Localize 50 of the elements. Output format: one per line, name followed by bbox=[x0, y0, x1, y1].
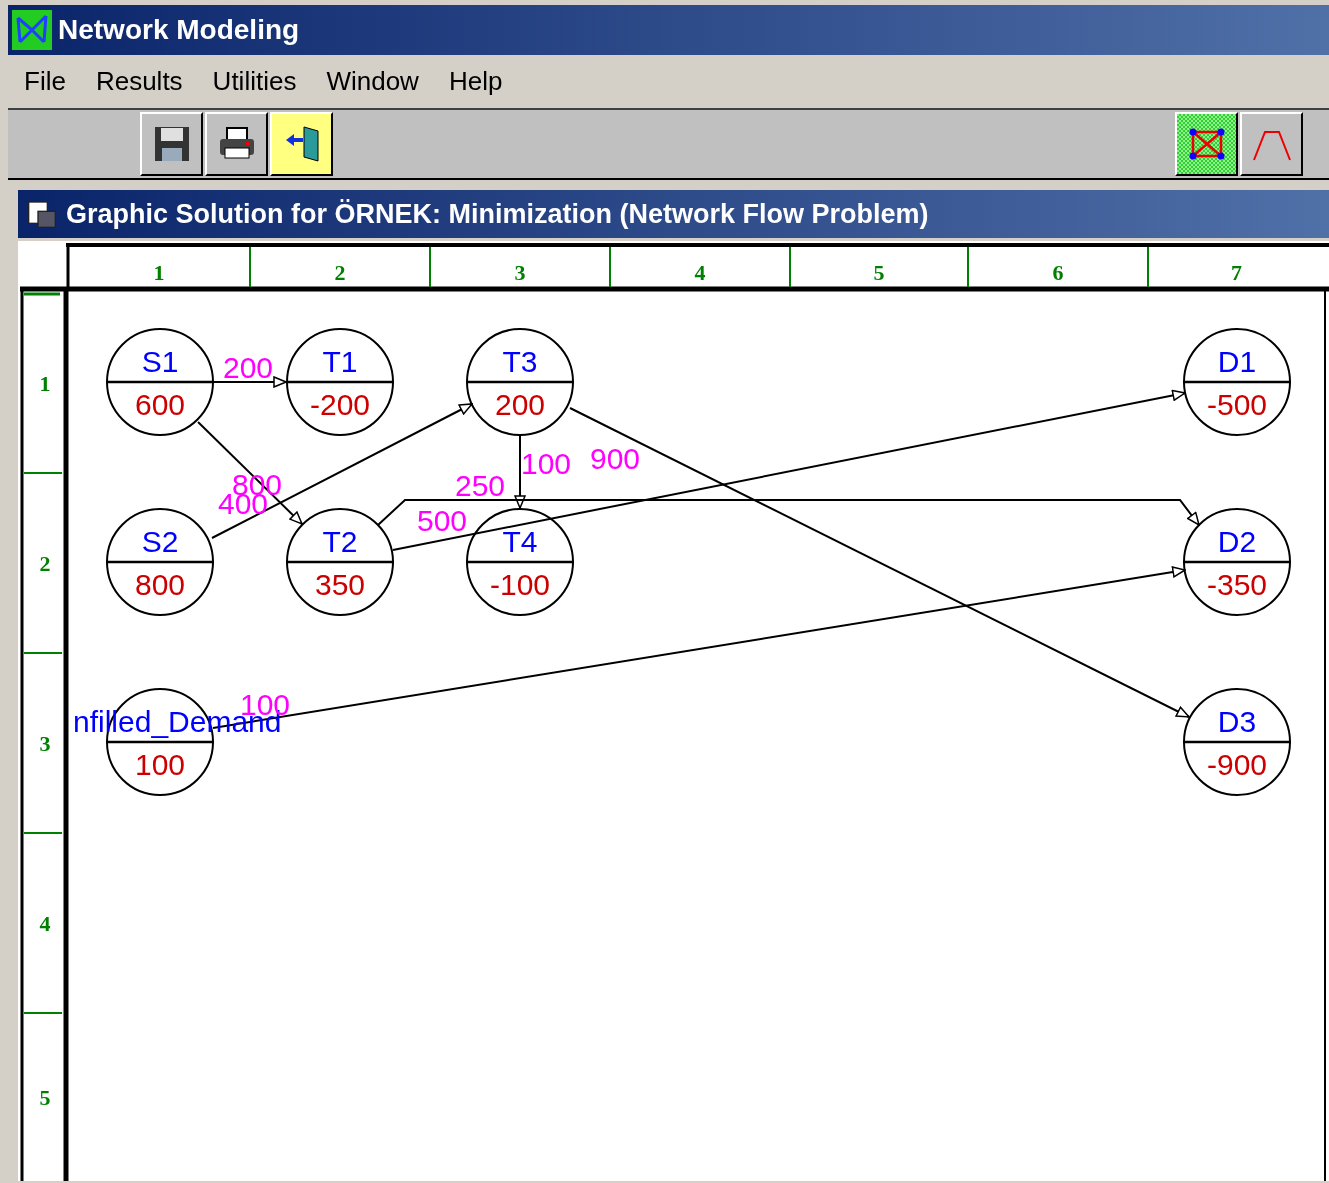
node-value: -500 bbox=[1207, 388, 1267, 421]
node-name: D1 bbox=[1217, 345, 1257, 378]
node-value: 800 bbox=[134, 568, 186, 601]
save-button[interactable] bbox=[140, 112, 203, 176]
node-name: S2 bbox=[141, 525, 179, 558]
column-label: 4 bbox=[694, 260, 706, 285]
row-label: 2 bbox=[39, 551, 51, 576]
flow-value: 500 bbox=[416, 504, 468, 537]
row-label: 3 bbox=[39, 731, 51, 756]
menu-item[interactable]: File bbox=[12, 64, 78, 99]
node-name: T2 bbox=[322, 525, 358, 558]
flow-value: 250 bbox=[454, 469, 506, 502]
column-label: 3 bbox=[514, 260, 526, 285]
exit-button[interactable] bbox=[270, 112, 333, 176]
column-label: 2 bbox=[334, 260, 346, 285]
node-name: S1 bbox=[141, 345, 179, 378]
column-label: 6 bbox=[1052, 260, 1064, 285]
node-name: T1 bbox=[322, 345, 358, 378]
node-value: 200 bbox=[494, 388, 546, 421]
node-value: -350 bbox=[1207, 568, 1267, 601]
window-title: Network Modeling bbox=[58, 14, 300, 46]
row-label: 1 bbox=[39, 371, 51, 396]
print-button[interactable] bbox=[205, 112, 268, 176]
network-icon bbox=[12, 10, 52, 50]
flow-value: 100 bbox=[520, 447, 572, 480]
node-name: D3 bbox=[1217, 705, 1257, 738]
flow-value: 200 bbox=[222, 351, 274, 384]
menu-item[interactable]: Utilities bbox=[200, 64, 309, 99]
network-view-button[interactable] bbox=[1175, 112, 1238, 176]
node-name: T3 bbox=[502, 345, 538, 378]
node-value: 600 bbox=[134, 388, 186, 421]
chart-button[interactable] bbox=[1240, 112, 1303, 176]
row-label: 5 bbox=[39, 1085, 51, 1110]
menu-item[interactable]: Window bbox=[314, 64, 431, 99]
window-icon bbox=[26, 198, 58, 230]
node-name: D2 bbox=[1217, 525, 1257, 558]
column-label: 1 bbox=[153, 260, 165, 285]
node-value: -100 bbox=[490, 568, 550, 601]
node-value: 100 bbox=[134, 748, 186, 781]
flow-value: 900 bbox=[589, 442, 641, 475]
column-label: 7 bbox=[1231, 260, 1242, 285]
menu-item[interactable]: Help bbox=[436, 64, 515, 99]
node-value: -900 bbox=[1207, 748, 1267, 781]
node-name: T4 bbox=[502, 525, 538, 558]
node-value: 350 bbox=[314, 568, 366, 601]
node-value: -200 bbox=[310, 388, 370, 421]
menu-item[interactable]: Results bbox=[83, 64, 195, 99]
child-window-title: Graphic Solution for ÖRNEK: Minimization (Network Flow Problem) bbox=[66, 198, 929, 230]
row-label: 4 bbox=[39, 911, 51, 936]
column-label: 5 bbox=[873, 260, 885, 285]
